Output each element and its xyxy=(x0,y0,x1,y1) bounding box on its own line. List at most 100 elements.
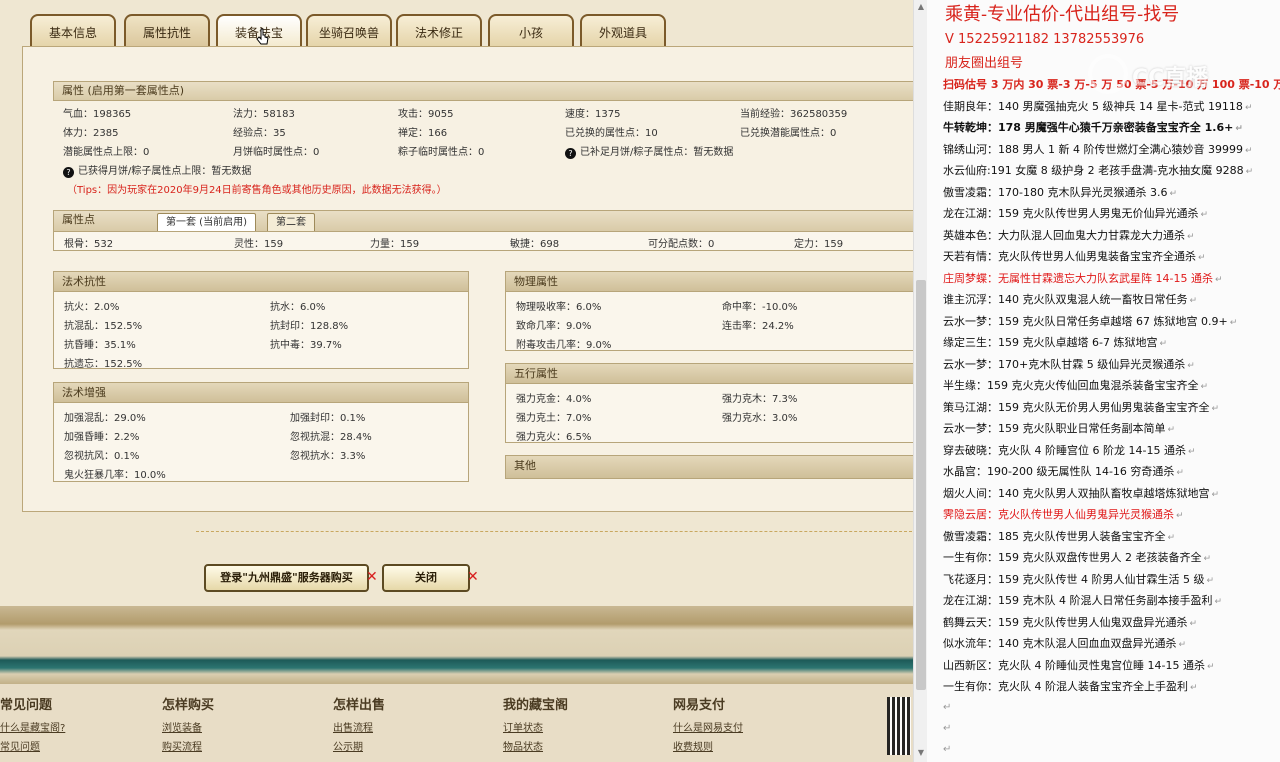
resist-forget: 抗遗忘：152.5% xyxy=(64,359,143,370)
ad-title: 乘黄-专业估价-代出组号-找号 xyxy=(945,4,1180,25)
list-item: 似水流年：140 克木队混人回血血双盘异光通杀 ↵ xyxy=(943,633,1186,655)
footer-col-sell: 怎样出售 出售流程 公示期 xyxy=(333,694,385,757)
return-mark-icon: ↵ xyxy=(1244,102,1253,113)
return-mark-icon: ↵ xyxy=(1167,425,1176,435)
footer-link[interactable]: 出售流程 xyxy=(333,719,385,738)
list-item-text: 穿去破晓：克火队 4 阶睡宫位 6 阶龙 14-15 通杀 xyxy=(943,443,1186,457)
list-item: 龙在江湖：159 克木队 4 阶混人日常任务副本接手盈利 ↵ xyxy=(943,590,1222,612)
footer-col-buy: 怎样购买 浏览装备 购买流程 xyxy=(162,694,214,757)
tab-child[interactable]: 小孩 xyxy=(488,14,574,48)
enhance-confusion: 加强混乱：29.0% xyxy=(64,413,146,424)
list-item: 牛转乾坤：178 男魔强牛心猿千万亲密装备宝宝齐全 1.6+ ↵ xyxy=(943,117,1243,139)
footer-heading: 怎样出售 xyxy=(333,698,386,713)
list-item: 傲雪凌霜：170-180 克木队异光灵猴通杀 3.6 ↵ xyxy=(943,182,1177,204)
list-item: 烟火人间：140 克火队男人双抽队畜牧卓越塔炼狱地宫 ↵ xyxy=(943,483,1219,505)
footer-heading: 怎样购买 xyxy=(162,698,215,713)
watermark-text: CC直播 xyxy=(1132,66,1209,91)
divider xyxy=(196,531,912,532)
scroll-down-icon[interactable]: ▼ xyxy=(916,748,926,760)
list-item-text: 佳期良年：140 男魔强抽克火 5 级神兵 14 星卡-范式 19118 xyxy=(943,99,1243,113)
return-mark-icon: ↵ xyxy=(1206,575,1215,586)
attr-obtained-limit-text: 已获得月饼/粽子属性点上限：暂无数据 xyxy=(78,166,252,177)
subtab-first-set[interactable]: 第一套 (当前启用) xyxy=(157,213,256,231)
help-icon[interactable]: ? xyxy=(565,148,576,159)
list-item-text: 云水一梦：159 克火队职业日常任务副本简单 xyxy=(943,422,1166,435)
login-server-buy-button[interactable]: 登录"九州鼎盛"服务器购买 xyxy=(204,564,369,592)
list-item-text: 一生有你：159 克火队双盘传世男人 2 老孩装备齐全 xyxy=(943,551,1202,564)
resist-seal: 抗封印：128.8% xyxy=(270,321,349,332)
attribute-content-panel: 属性 (启用第一套属性点) 气血：198365 法力：58183 攻击：9055… xyxy=(22,46,913,512)
enhance-seal: 加强封印：0.1% xyxy=(290,413,366,424)
attr-mooncake-temp: 月饼临时属性点：0 xyxy=(233,147,320,158)
point-willpower: 定力：159 xyxy=(794,239,844,250)
spell-resistance-box: 法术抗性 抗火：2.0% 抗水：6.0% 抗混乱：152.5% 抗封印：128.… xyxy=(53,271,469,370)
footer: 常见问题 什么是藏宝阁? 常见问题 怎样购买 浏览装备 购买流程 怎样出售 出售… xyxy=(0,684,913,762)
list-item-text: 傲雪凌霜：185 克火队传世男人装备宝宝齐全 xyxy=(943,529,1166,543)
list-item-text: 一生有你：克火队 4 阶混人装备宝宝齐全上手盈利 xyxy=(943,680,1188,693)
list-item: 一生有你：克火队 4 阶混人装备宝宝齐全上手盈利 ↵ xyxy=(943,676,1198,698)
return-mark-icon: ↵ xyxy=(943,722,952,734)
list-item: 穿去破晓：克火队 4 阶睡宫位 6 阶龙 14-15 通杀 ↵ xyxy=(943,440,1196,462)
footer-link[interactable]: 购买流程 xyxy=(162,738,214,757)
scrollbar-thumb[interactable] xyxy=(916,280,926,690)
scrollbar[interactable]: ▲ ▼ xyxy=(913,0,927,762)
footer-col-my: 我的藏宝阁 订单状态 物品状态 xyxy=(503,694,568,757)
ignore-confusion: 忽视抗混：28.4% xyxy=(290,432,372,443)
footer-link[interactable]: 浏览装备 xyxy=(162,719,214,738)
tab-appearance-items[interactable]: 外观道具 xyxy=(580,14,666,48)
list-item-text: 缘定三生：159 克火队卓越塔 6-7 炼狱地宫 xyxy=(943,336,1158,349)
scroll-up-icon[interactable]: ▲ xyxy=(916,2,926,14)
attr-meditation: 禅定：166 xyxy=(398,128,448,139)
return-mark-icon: ↵ xyxy=(1187,446,1196,457)
list-item: 龙在江湖：159 克火队传世男人男鬼无价仙异光通杀 ↵ xyxy=(943,203,1208,225)
physical-box: 物理属性 物理吸收率：6.0% 命中率：-10.0% 致命几率：9.0% 连击率… xyxy=(505,271,913,351)
list-item-text: 傲雪凌霜：170-180 克木队异光灵猴通杀 3.6 xyxy=(943,185,1168,199)
tab-spell-correction[interactable]: 法术修正 xyxy=(396,14,482,48)
elements-title: 五行属性 xyxy=(506,364,913,384)
close-button[interactable]: 关闭 xyxy=(382,564,470,592)
return-mark-icon: ↵ xyxy=(1190,683,1198,693)
attributes-title: 属性 (启用第一套属性点) xyxy=(53,81,913,101)
attr-zongzi-temp: 粽子临时属性点：0 xyxy=(398,147,485,158)
list-item: 锦绣山河：188 男人 1 新 4 阶传世燃灯全满心猿妙音 39999 ↵ xyxy=(943,139,1253,161)
list-item-text: 云水一梦：170+克木队甘霖 5 级仙异光灵猴通杀 xyxy=(943,357,1186,371)
return-mark-icon: ↵ xyxy=(1159,339,1167,349)
other-title: 其他 xyxy=(506,456,913,478)
list-item-text: 霁隐云居：克火队传世男人仙男鬼异光灵猴通杀 xyxy=(943,508,1174,521)
footer-link[interactable]: 常见问题 xyxy=(0,738,65,757)
return-mark-icon: ↵ xyxy=(1200,382,1209,392)
phys-absorb: 物理吸收率：6.0% xyxy=(516,302,602,313)
attributes-tips: （Tips：因为玩家在2020年9月24日前寄售角色或其他历史原因，此数据无法获… xyxy=(67,185,447,196)
element-earth: 强力克土：7.0% xyxy=(516,413,592,424)
subtab-second-set[interactable]: 第二套 xyxy=(267,213,315,231)
footer-col-faq: 常见问题 什么是藏宝阁? 常见问题 xyxy=(0,694,65,757)
list-item-text: 飞花逐月：159 克火队传世 4 阶男人仙甘霖生活 5 级 xyxy=(943,572,1205,586)
footer-link[interactable]: 什么是网易支付 xyxy=(673,719,743,738)
phys-crit: 致命几率：9.0% xyxy=(516,321,592,332)
element-metal: 强力克金：4.0% xyxy=(516,394,592,405)
footer-link[interactable]: 公示期 xyxy=(333,738,385,757)
attr-obtained-limit: ? 已获得月饼/粽子属性点上限：暂无数据 xyxy=(63,162,251,178)
help-icon[interactable]: ? xyxy=(63,167,74,178)
return-mark-icon: ↵ xyxy=(1203,554,1212,564)
watermark-logo-icon xyxy=(1088,54,1128,94)
footer-link[interactable]: 收费规则 xyxy=(673,738,743,757)
list-item: 策马江湖：159 克火队无价男人男仙男鬼装备宝宝齐全 ↵ xyxy=(943,397,1219,419)
return-mark-icon: ↵ xyxy=(1178,640,1187,650)
tab-attribute-resistance[interactable]: 属性抗性 xyxy=(124,14,210,48)
watermark: CC直播 xyxy=(1088,52,1238,96)
list-item-text: 龙在江湖：159 克木队 4 阶混人日常任务副本接手盈利 xyxy=(943,594,1213,607)
tab-mount-summon[interactable]: 坐骑召唤兽 xyxy=(306,14,392,48)
footer-link[interactable]: 物品状态 xyxy=(503,738,568,757)
list-item-text: 锦绣山河：188 男人 1 新 4 阶传世燃灯全满心猿妙音 39999 xyxy=(943,142,1243,156)
list-item: 庄周梦蝶：无属性甘霖遗忘大力队玄武星阵 14-15 通杀 ↵ xyxy=(943,268,1223,290)
spell-resistance-title: 法术抗性 xyxy=(54,272,468,292)
footer-link[interactable]: 订单状态 xyxy=(503,719,568,738)
footer-link[interactable]: 什么是藏宝阁? xyxy=(0,719,65,738)
tab-basic-info[interactable]: 基本信息 xyxy=(30,14,116,48)
list-item: 一生有你：159 克火队双盘传世男人 2 老孩装备齐全 ↵ xyxy=(943,547,1211,569)
list-item-text: 谁主沉浮：140 克火队双鬼混人统一畜牧日常任务 xyxy=(943,293,1188,306)
list-item-text: 水晶宫：190-200 级无属性队 14-16 穷奇通杀 xyxy=(943,465,1175,478)
list-item: 云水一梦：159 克火队职业日常任务副本简单 ↵ xyxy=(943,418,1175,440)
other-box: 其他 xyxy=(505,455,913,479)
